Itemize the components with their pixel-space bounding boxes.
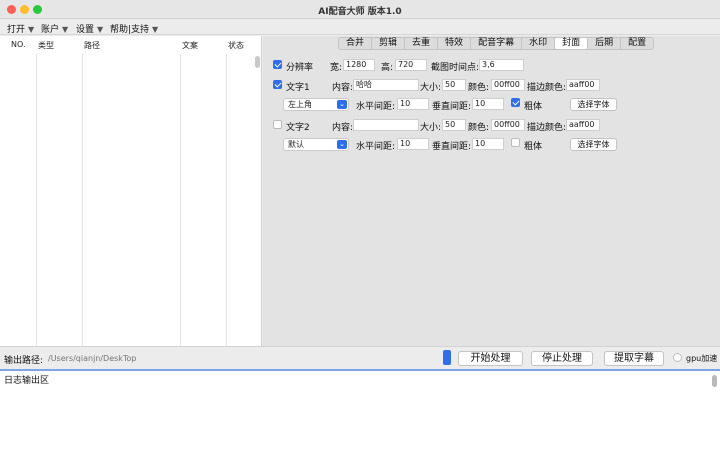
tab-cover[interactable]: 封面 [555, 38, 589, 49]
column-header-no[interactable]: NO. [11, 40, 26, 49]
text1-bold-label: 粗体 [524, 102, 543, 112]
gpu-acceleration-label: gpu加速 [686, 354, 718, 363]
column-divider [226, 54, 227, 346]
text1-size-label: 大小: [420, 83, 442, 93]
column-header-type[interactable]: 类型 [38, 40, 54, 51]
text2-choose-font-button[interactable]: 选择字体 [570, 138, 617, 151]
tab-watermark[interactable]: 水印 [522, 38, 556, 49]
text1-hspace-input[interactable]: 10 [397, 98, 429, 110]
list-scrollbar[interactable] [255, 56, 260, 68]
text2-bold-checkbox[interactable] [511, 138, 520, 147]
column-header-status[interactable]: 状态 [228, 40, 244, 51]
text1-label: 文字1 [286, 83, 310, 93]
text1-checkbox[interactable] [273, 80, 282, 89]
gpu-acceleration-toggle[interactable] [673, 353, 682, 362]
menu-open[interactable]: 打开 ▼ [7, 22, 34, 35]
text2-stroke-input[interactable]: aaff00 [566, 119, 600, 131]
capture-time-input[interactable]: 3,6 [479, 59, 524, 71]
text1-content-label: 内容: [332, 83, 354, 93]
text2-bold-label: 粗体 [524, 142, 543, 152]
text1-choose-font-button[interactable]: 选择字体 [570, 98, 617, 111]
text2-position-select[interactable]: 默认 ⌄ [283, 138, 349, 151]
column-divider [180, 54, 181, 346]
chevron-down-icon: ⌄ [337, 140, 347, 149]
chevron-down-icon: ⌄ [337, 100, 347, 109]
window-title: AI配音大师 版本1.0 [318, 7, 402, 17]
text2-hspace-label: 水平间距: [356, 142, 396, 152]
menu-account[interactable]: 账户 ▼ [41, 22, 68, 35]
width-input[interactable]: 1280 [343, 59, 375, 71]
text1-content-input[interactable]: 哈哈 [353, 79, 419, 91]
text1-position-select[interactable]: 左上角 ⌄ [283, 98, 349, 111]
resolution-checkbox[interactable] [273, 60, 282, 69]
text1-stroke-label: 描边颜色: [527, 83, 567, 93]
start-processing-button[interactable]: 开始处理 [458, 351, 523, 366]
triangle-down-icon: ▼ [28, 25, 35, 34]
text1-stroke-input[interactable]: aaff00 [566, 79, 600, 91]
log-output-area[interactable]: 日志输出区 [0, 371, 720, 450]
text1-color-input[interactable]: 00ff00 [491, 79, 525, 91]
text1-size-input[interactable]: 50 [442, 79, 466, 91]
tab-edit[interactable]: 剪辑 [372, 38, 406, 49]
text2-vspace-label: 垂直间距: [432, 142, 472, 152]
triangle-down-icon: ▼ [62, 25, 69, 34]
column-header-path[interactable]: 路径 [84, 40, 100, 51]
text2-color-input[interactable]: 00ff00 [491, 119, 525, 131]
stop-processing-button[interactable]: 停止处理 [531, 351, 593, 366]
text1-bold-checkbox[interactable] [511, 98, 520, 107]
height-input[interactable]: 720 [395, 59, 427, 71]
tab-voice-subtitles[interactable]: 配音字幕 [471, 38, 523, 49]
text2-color-label: 颜色: [468, 123, 490, 133]
tab-bar: 合并 剪辑 去重 特效 配音字幕 水印 封面 后期 配置 [338, 37, 655, 50]
title-bar: AI配音大师 版本1.0 [0, 0, 720, 19]
output-path-label: 输出路径: [4, 356, 44, 366]
height-label: 高: [381, 63, 394, 73]
triangle-down-icon: ▼ [152, 25, 159, 34]
tab-post[interactable]: 后期 [588, 38, 622, 49]
log-scrollbar[interactable] [712, 375, 717, 387]
text2-content-input[interactable] [353, 119, 419, 131]
extract-subtitles-button[interactable]: 提取字幕 [604, 351, 664, 366]
text2-vspace-input[interactable]: 10 [472, 138, 504, 150]
file-list-table[interactable]: NO. 类型 路径 文案 状态 [0, 36, 262, 346]
tab-effects[interactable]: 特效 [438, 38, 472, 49]
tab-config[interactable]: 配置 [621, 38, 653, 49]
text1-hspace-label: 水平间距: [356, 102, 396, 112]
tab-merge[interactable]: 合并 [339, 38, 373, 49]
tab-dedup[interactable]: 去重 [405, 38, 439, 49]
text1-color-label: 颜色: [468, 83, 490, 93]
text2-size-label: 大小: [420, 123, 442, 133]
text1-vspace-input[interactable]: 10 [472, 98, 504, 110]
output-path-input[interactable] [48, 351, 428, 365]
text2-stroke-label: 描边颜色: [527, 123, 567, 133]
text2-label: 文字2 [286, 123, 310, 133]
column-header-text[interactable]: 文案 [182, 40, 198, 51]
capture-time-label: 截图时间点: [431, 63, 480, 73]
resolution-label: 分辨率 [286, 63, 314, 73]
menu-settings[interactable]: 设置 ▼ [76, 22, 103, 35]
text2-size-input[interactable]: 50 [442, 119, 466, 131]
column-divider [82, 54, 83, 346]
width-label: 宽: [330, 63, 343, 73]
menu-bar: 打开 ▼ 账户 ▼ 设置 ▼ 帮助|支持 ▼ [0, 19, 720, 35]
triangle-down-icon: ▼ [97, 25, 104, 34]
text2-content-label: 内容: [332, 123, 354, 133]
text2-hspace-input[interactable]: 10 [397, 138, 429, 150]
text2-checkbox[interactable] [273, 120, 282, 129]
column-divider [36, 54, 37, 346]
output-path-indicator [443, 350, 451, 365]
log-placeholder-text: 日志输出区 [4, 376, 50, 386]
menu-help[interactable]: 帮助|支持 ▼ [110, 22, 158, 35]
output-bar: 输出路径: 开始处理 停止处理 提取字幕 gpu加速 [0, 346, 720, 370]
text1-vspace-label: 垂直间距: [432, 102, 472, 112]
